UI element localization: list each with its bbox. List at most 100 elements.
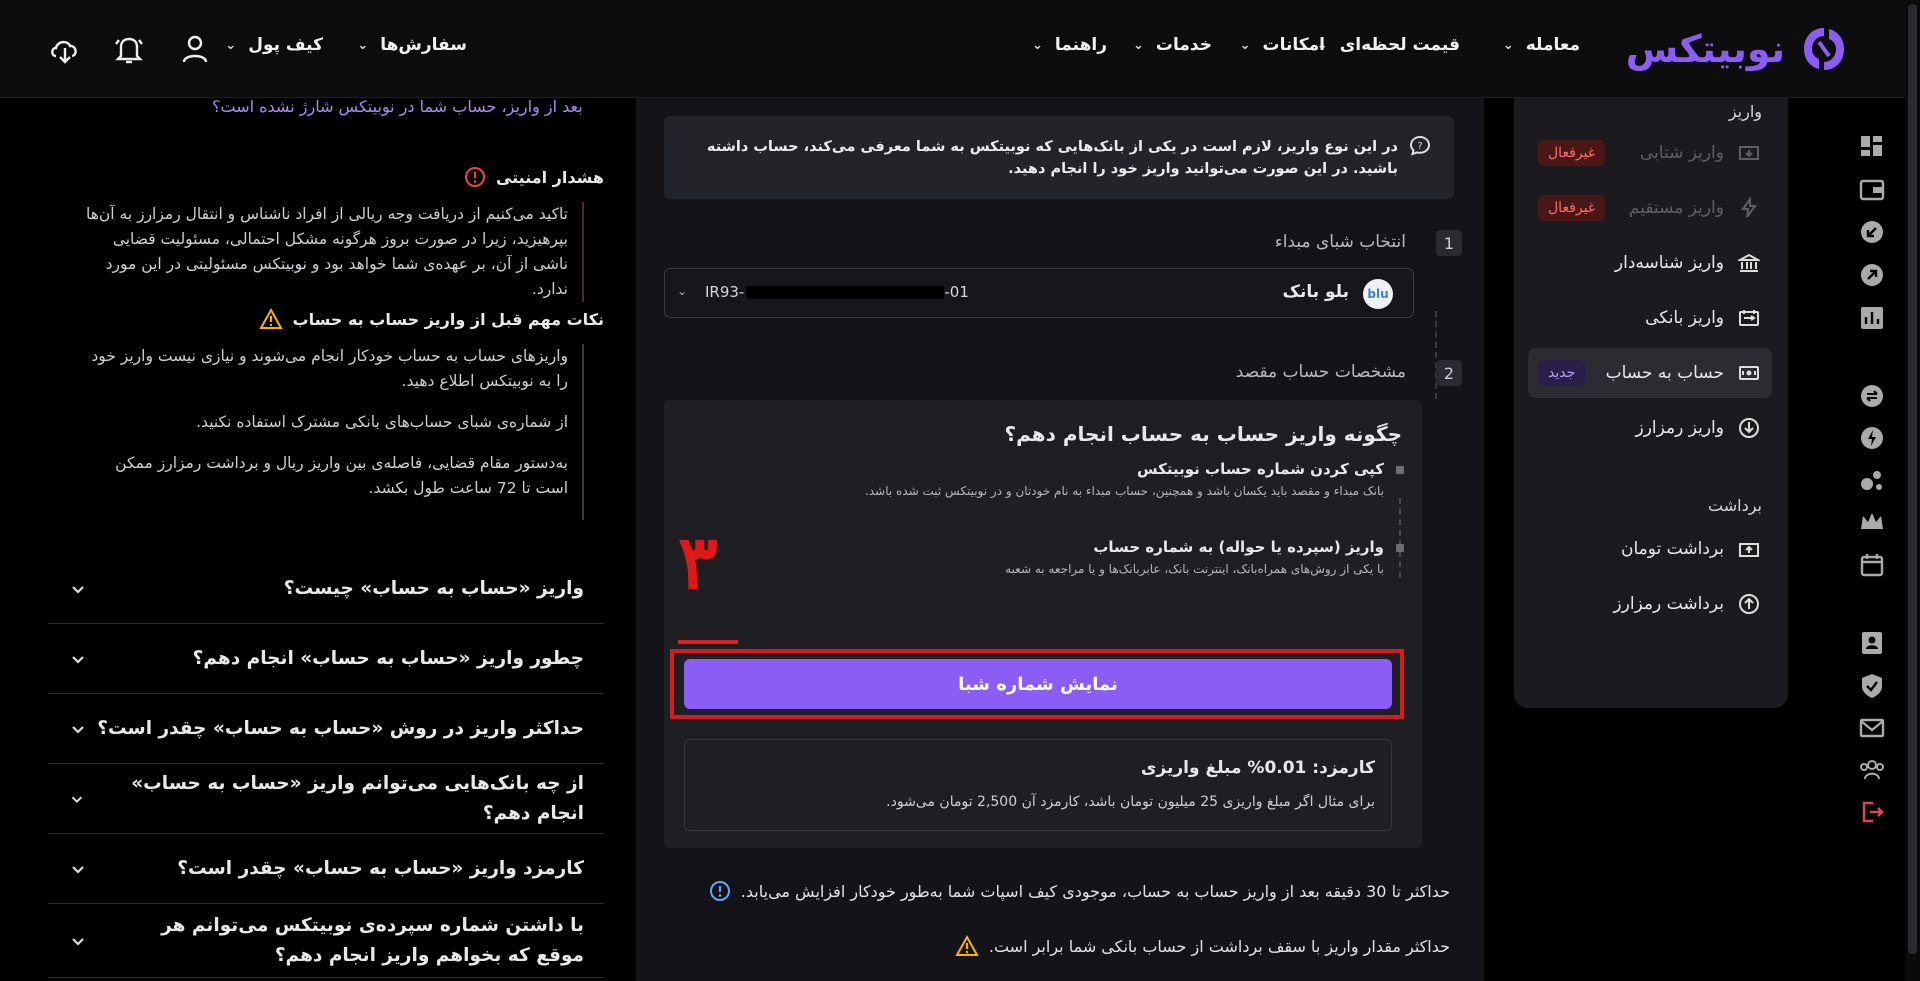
- faq-question[interactable]: واریز «حساب به حساب» چیست؟: [48, 554, 604, 624]
- status-badge: غیرفعال: [1538, 140, 1606, 166]
- iban-redaction: [746, 285, 945, 299]
- red-step-annotation: ۳: [678, 520, 718, 606]
- status-badge: غیرفعال: [1538, 195, 1606, 221]
- warning-title-text: هشدار امنیتی: [495, 167, 604, 187]
- sidebar-item-id-deposit[interactable]: واریز شناسه‌دار: [1528, 238, 1772, 288]
- crypto-withdraw-icon: [1736, 591, 1762, 617]
- svg-text:?: ?: [1417, 141, 1422, 152]
- chevron-down-icon: [72, 585, 84, 594]
- nav-services[interactable]: خدمات ⌄: [1133, 35, 1212, 55]
- sidebar-item-crypto-deposit[interactable]: واریز رمزارز: [1528, 403, 1772, 453]
- step-number: 1: [1436, 230, 1462, 256]
- withdraw-section-title: برداشت: [1708, 496, 1762, 515]
- bank-name: بلو بانک: [1282, 282, 1349, 302]
- note-text: حداکثر مقدار واریز با سقف برداشت از حساب…: [988, 936, 1450, 956]
- referral-users-icon[interactable]: [1857, 755, 1887, 785]
- deposit-arrow-icon[interactable]: [1857, 217, 1887, 247]
- sidebar-item-account-to-account[interactable]: حساب به حساب جدید: [1528, 348, 1772, 398]
- nav-prices[interactable]: قیمت لحظه‌ای ⌄: [1317, 35, 1460, 55]
- nav-wallet[interactable]: کیف پول ⌄: [225, 35, 323, 55]
- warning-icon: [258, 308, 283, 329]
- chevron-down-icon: [72, 655, 84, 664]
- nav-guide[interactable]: راهنما ⌄: [1032, 35, 1107, 55]
- faq-question-text: واریز «حساب به حساب» چیست؟: [283, 577, 584, 599]
- step-number: 2: [1436, 360, 1462, 386]
- faq-question[interactable]: کارمزد واریز «حساب به حساب» چقدر است؟: [48, 834, 604, 904]
- show-iban-button[interactable]: نمایش شماره شبا: [684, 659, 1392, 709]
- tips-list: واریزهای حساب به حساب خودکار انجام می‌شو…: [80, 344, 584, 520]
- page-scrollbar[interactable]: [1905, 0, 1920, 981]
- faq-question[interactable]: با داشتن شماره سپرده‌ی نوبیتکس می‌توانم …: [48, 904, 604, 978]
- step-dot: [1396, 466, 1404, 474]
- sidebar-item-label: واریز شناسه‌دار: [1614, 253, 1724, 273]
- sidebar-item-label: حساب به حساب: [1605, 363, 1724, 383]
- exchange-icon[interactable]: [1857, 381, 1887, 411]
- download-app-icon[interactable]: [48, 32, 82, 66]
- logout-icon[interactable]: [1857, 797, 1887, 827]
- chevron-down-icon: ⌄: [677, 284, 688, 298]
- info-box: ? در این نوع واریز، لازم است در یکی از ب…: [664, 116, 1454, 199]
- chevron-down-icon: [72, 937, 84, 946]
- fee-box: کارمزد: 0.01% مبلغ واریزی برای مثال اگر …: [684, 739, 1392, 831]
- instant-deposit-icon: [1736, 140, 1762, 166]
- sidebar-item-instant-deposit[interactable]: واریز شتابی غیرفعال: [1528, 128, 1772, 178]
- howto-step-description: با یکی از روش‌های همراه‌بانک، اینترنت با…: [1005, 562, 1384, 576]
- nav-orders[interactable]: سفارش‌ها ⌄: [357, 35, 467, 55]
- sidebar-item-label: واریز مستقیم: [1628, 198, 1724, 218]
- tips-title-text: نکات مهم قبل از واریز حساب به حساب: [292, 309, 605, 329]
- security-warning-title: هشدار امنیتی: [464, 166, 604, 188]
- security-warning-text: تاکید می‌کنیم از دریافت وجه ریالی از افر…: [80, 202, 584, 302]
- sidebar-item-bank-deposit[interactable]: واریز بانکی: [1528, 293, 1772, 343]
- nobitex-logo-icon: [1804, 28, 1844, 70]
- sidebar-item-direct-deposit[interactable]: واریز مستقیم غیرفعال: [1528, 183, 1772, 233]
- fee-description: برای مثال اگر مبلغ واریزی 25 میلیون توما…: [886, 794, 1375, 810]
- annotation-underline: [678, 640, 738, 644]
- nav-trade[interactable]: معامله ⌄: [1503, 35, 1580, 55]
- bank-icon: [1736, 250, 1762, 276]
- chevron-down-icon: [72, 725, 84, 734]
- cash-icon: [1736, 360, 1762, 386]
- profile-card-icon[interactable]: [1857, 628, 1887, 658]
- reports-icon[interactable]: [1857, 303, 1887, 333]
- tip-item: به‌دستور مقام قضایی، فاصله‌ی بین واریز ر…: [115, 454, 568, 497]
- nav-label: کیف پول: [248, 35, 323, 55]
- wallet-icon[interactable]: [1857, 175, 1887, 205]
- crown-icon[interactable]: [1857, 507, 1887, 537]
- nav-label: امکانات: [1262, 35, 1325, 55]
- chevron-down-icon: [72, 865, 84, 874]
- source-iban-select[interactable]: ⌄ IR93- -01 بلو بانک blu: [664, 268, 1414, 318]
- security-shield-icon[interactable]: [1857, 671, 1887, 701]
- howto-step-title: واریز (سپرده یا حواله) به شماره حساب: [1093, 538, 1384, 556]
- calendar-icon[interactable]: [1857, 550, 1887, 580]
- nav-features[interactable]: امکانات ⌄: [1240, 35, 1325, 55]
- note-text: حداکثر تا 30 دقیقه بعد از واریز حساب به …: [740, 881, 1450, 901]
- nav-label: معامله: [1525, 35, 1580, 55]
- faq-question[interactable]: حداکثر واریز در روش «حساب به حساب» چقدر …: [48, 694, 604, 764]
- user-icon[interactable]: [178, 32, 212, 66]
- mail-icon[interactable]: [1857, 713, 1887, 743]
- not-charged-link[interactable]: بعد از واریز، حساب شما در نوبیتکس شارژ ن…: [212, 97, 583, 116]
- dashboard-icon[interactable]: [1857, 132, 1887, 162]
- withdraw-arrow-icon[interactable]: [1857, 260, 1887, 290]
- fee-title: کارمزد: 0.01% مبلغ واریزی: [1140, 758, 1375, 778]
- lightning-icon[interactable]: [1857, 423, 1887, 453]
- scrollbar-thumb[interactable]: [1908, 4, 1917, 954]
- iban-suffix: -01: [944, 283, 969, 301]
- tip-item: از شماره‌ی شبای حساب‌های بانکی مشترک است…: [196, 413, 568, 431]
- step-connector: [1399, 498, 1401, 578]
- sidebar-item-toman-withdraw[interactable]: برداشت تومان: [1528, 524, 1772, 574]
- chevron-down-icon: ⌄: [357, 37, 369, 53]
- chevron-down-icon: ⌄: [1133, 37, 1144, 53]
- faq-question[interactable]: از چه بانک‌هایی می‌توانم واریز «حساب به …: [48, 764, 604, 834]
- iban-prefix: IR93-: [705, 283, 745, 301]
- staking-icon[interactable]: [1857, 465, 1887, 495]
- sidebar-item-crypto-withdraw[interactable]: برداشت رمزارز: [1528, 579, 1772, 629]
- faq-question[interactable]: چطور واریز «حساب به حساب» انجام دهم؟: [48, 624, 604, 694]
- bell-icon[interactable]: [112, 32, 146, 66]
- howto-step-title: کپی کردن شماره حساب نوبیتکس: [1136, 460, 1384, 478]
- sidebar-item-label: واریز رمزارز: [1635, 418, 1725, 438]
- deposit-section-title: واریز: [1728, 102, 1762, 121]
- howto-step-description: بانک مبداء و مقصد باید یکسان باشد و همچن…: [865, 484, 1384, 498]
- brand-logo[interactable]: نوبیتکس: [1626, 22, 1849, 76]
- chevron-down-icon: ⌄: [1502, 37, 1514, 53]
